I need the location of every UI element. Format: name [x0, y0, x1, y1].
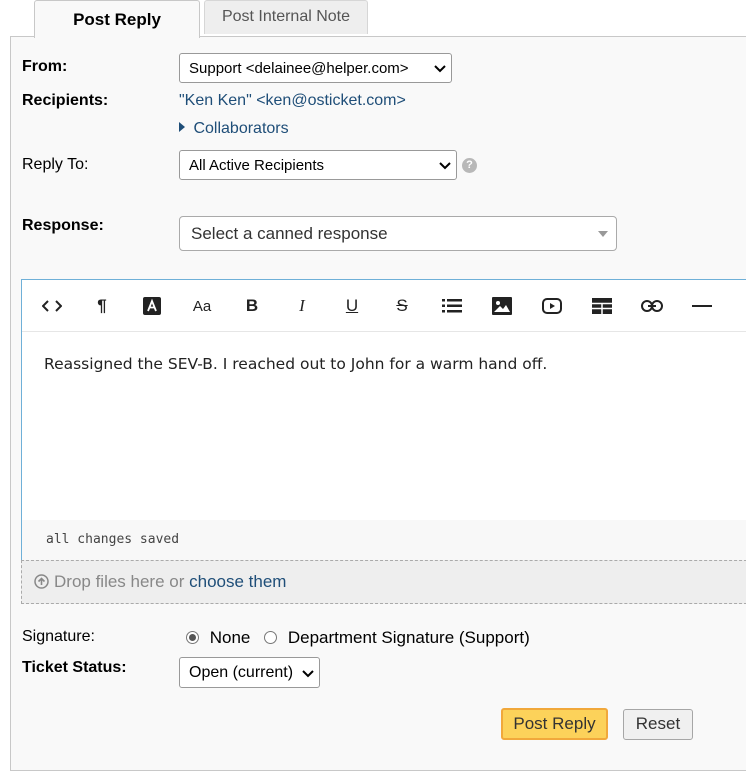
text-color-icon[interactable] — [139, 294, 165, 318]
reply-to-select-value: All Active Recipients — [189, 156, 325, 174]
from-select-value: Support <delainee@helper.com> — [189, 59, 409, 77]
collaborators-toggle[interactable]: Collaborators — [179, 120, 289, 138]
signature-none-label: None — [209, 628, 251, 647]
reply-to-select[interactable]: All Active Recipients — [179, 150, 457, 180]
post-reply-button[interactable]: Post Reply — [501, 708, 608, 740]
ticket-status-label: Ticket Status: — [22, 659, 127, 676]
recipients-link[interactable]: "Ken Ken" <ken@osticket.com> — [179, 92, 406, 110]
code-view-icon[interactable] — [39, 294, 65, 318]
help-icon[interactable]: ? — [462, 158, 477, 173]
image-icon[interactable] — [489, 294, 515, 318]
editor-content[interactable]: Reassigned the SEV-B. I reached out to J… — [44, 355, 547, 373]
strikethrough-icon[interactable]: S — [389, 294, 415, 318]
from-label: From: — [22, 58, 68, 75]
reply-tabs: Post Reply Post Internal Note — [0, 0, 746, 38]
tab-post-internal-note[interactable]: Post Internal Note — [204, 0, 368, 34]
reset-button[interactable]: Reset — [623, 709, 693, 740]
signature-department-label: Department Signature (Support) — [287, 628, 530, 647]
link-icon[interactable] — [639, 294, 665, 318]
signature-options: None Department Signature (Support) — [186, 628, 530, 648]
drop-text: Drop files here or — [54, 572, 190, 591]
paragraph-icon[interactable]: ¶ — [89, 294, 115, 318]
underline-icon[interactable]: U — [339, 294, 365, 318]
recipients-label: Recipients: — [22, 92, 109, 109]
ticket-status-select[interactable]: Open (current) — [179, 657, 320, 688]
response-label: Response: — [22, 217, 104, 234]
from-select[interactable]: Support <delainee@helper.com> — [179, 53, 452, 83]
reply-editor: ¶ Aa B I U S Reassigned the SEV-B. I rea… — [21, 279, 746, 562]
video-icon[interactable] — [539, 294, 565, 318]
choose-files-link[interactable]: choose them — [189, 572, 286, 591]
signature-department-radio[interactable] — [264, 631, 278, 644]
reply-to-label: Reply To: — [22, 156, 89, 173]
signature-none-radio[interactable] — [186, 631, 199, 644]
chevron-down-icon — [434, 65, 446, 73]
table-icon[interactable] — [589, 294, 615, 318]
caret-right-icon — [179, 122, 185, 132]
triangle-down-icon — [598, 231, 608, 237]
editor-toolbar: ¶ Aa B I U S — [22, 280, 746, 332]
chevron-down-icon — [302, 669, 314, 677]
italic-icon[interactable]: I — [289, 294, 315, 318]
ticket-status-value: Open (current) — [189, 663, 294, 681]
list-icon[interactable] — [439, 294, 465, 318]
collaborators-label: Collaborators — [193, 120, 289, 137]
upload-icon — [34, 574, 49, 589]
tab-post-reply[interactable]: Post Reply — [34, 0, 200, 38]
canned-response-select[interactable]: Select a canned response — [179, 216, 617, 251]
font-size-icon[interactable]: Aa — [189, 294, 215, 318]
signature-label: Signature: — [22, 628, 95, 645]
canned-response-placeholder: Select a canned response — [191, 224, 388, 243]
reply-panel: From: Support <delainee@helper.com> Reci… — [10, 36, 746, 771]
bold-icon[interactable]: B — [239, 294, 265, 318]
editor-status-bar: all changes saved — [22, 520, 746, 562]
save-status: all changes saved — [46, 532, 180, 547]
horizontal-rule-icon[interactable] — [689, 294, 715, 318]
file-drop-zone[interactable]: Drop files here or choose them — [21, 560, 746, 604]
chevron-down-icon — [439, 162, 451, 170]
